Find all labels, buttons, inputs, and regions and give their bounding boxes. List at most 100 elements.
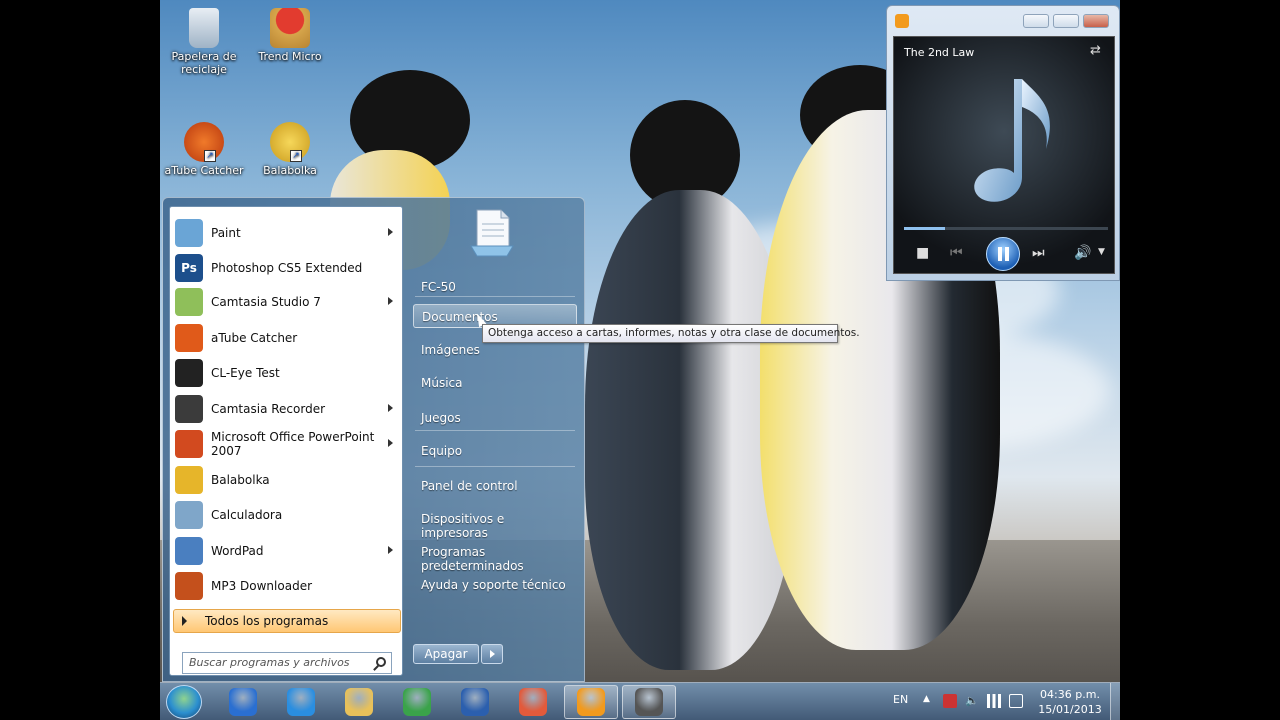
show-hidden-icons-icon[interactable]: ▲ <box>923 694 937 708</box>
shutdown-options-button[interactable] <box>481 644 503 664</box>
program-label: WordPad <box>211 544 264 558</box>
submenu-arrow-icon[interactable] <box>388 404 393 412</box>
shortcut-arrow-icon: ↗ <box>204 150 216 162</box>
network-icon[interactable] <box>987 694 1001 708</box>
desktop-icon-balabolka[interactable]: ↗ Balabolka <box>248 122 332 177</box>
next-button[interactable]: ⏭ <box>1032 245 1045 261</box>
switch-to-library-icon[interactable]: ⇄ <box>1090 43 1101 58</box>
program-label: Paint <box>211 226 241 240</box>
program-label: CL-Eye Test <box>211 366 280 380</box>
place-item[interactable]: Ayuda y soporte técnico <box>413 573 577 597</box>
places-separator <box>415 466 575 467</box>
recycle-bin-icon <box>189 8 219 48</box>
volume-icon[interactable]: 🔊 <box>1074 245 1091 261</box>
word-icon <box>461 688 489 716</box>
clock-date: 15/01/2013 <box>1038 703 1102 716</box>
close-button[interactable] <box>1083 14 1109 28</box>
submenu-arrow-icon[interactable] <box>388 546 393 554</box>
system-tray: EN ▲ 🔈 04:36 p.m. 15/01/2013 <box>885 683 1120 720</box>
taskbar-chrome-button[interactable] <box>390 685 444 719</box>
taskbar-explorer-button[interactable] <box>332 685 386 719</box>
desktop-icon-recycle-bin[interactable]: Papelera de reciclaje <box>162 8 246 76</box>
start-menu-places-pane: FC-50 Documentos Imágenes Música Juegos Equip… <box>407 198 584 683</box>
triangle-right-icon <box>182 616 187 626</box>
program-icon: Ps <box>175 254 203 282</box>
search-icon[interactable] <box>376 657 386 667</box>
start-menu: Paint Ps Photoshop CS5 Extended Camtasia St… <box>162 197 585 682</box>
seek-bar[interactable] <box>904 227 1108 230</box>
action-center-icon[interactable] <box>943 694 957 708</box>
places-separator <box>415 296 575 297</box>
seek-bar-fill <box>904 227 945 230</box>
documents-folder-icon <box>470 209 514 257</box>
speaker-icon[interactable]: 🔈 <box>965 694 979 708</box>
taskbar-pinwheel-button[interactable] <box>506 685 560 719</box>
submenu-arrow-icon[interactable] <box>388 228 393 236</box>
program-icon <box>175 288 203 316</box>
atube-catcher-icon: ↗ <box>184 122 224 162</box>
now-playing-title: The 2nd Law <box>904 46 975 59</box>
media-player-icon <box>577 688 605 716</box>
program-item[interactable]: WordPad <box>173 535 401 567</box>
program-item[interactable]: Camtasia Recorder <box>173 393 401 425</box>
taskbar-internet-explorer-button[interactable] <box>274 685 328 719</box>
camtasia-recorder-icon <box>635 688 663 716</box>
program-icon <box>175 324 203 352</box>
program-label: Calculadora <box>211 508 283 522</box>
previous-button[interactable]: ⏮ <box>950 245 963 261</box>
show-desktop-button[interactable] <box>1110 683 1120 720</box>
screen: Papelera de reciclaje Trend Micro ↗ aTub… <box>160 0 1120 720</box>
taskbar-word-button[interactable] <box>448 685 502 719</box>
restore-button[interactable] <box>1053 14 1079 28</box>
place-item[interactable]: Juegos <box>413 406 577 430</box>
place-item[interactable]: Dispositivos e impresoras <box>413 507 577 540</box>
taskbar-itunes-button[interactable] <box>216 685 270 719</box>
program-item[interactable]: aTube Catcher <box>173 322 401 354</box>
stop-button[interactable]: ■ <box>916 245 929 261</box>
search-input[interactable]: Buscar programas y archivos <box>182 652 392 674</box>
place-item[interactable]: Música <box>413 371 577 395</box>
program-item[interactable]: Camtasia Studio 7 <box>173 286 401 318</box>
taskbar-camtasia-recorder-button[interactable] <box>622 685 676 719</box>
program-item[interactable]: MP3 Downloader <box>173 570 401 602</box>
search-placeholder: Buscar programas y archivos <box>189 656 350 669</box>
program-label: Balabolka <box>211 473 270 487</box>
start-button[interactable] <box>166 685 202 719</box>
place-item[interactable]: Programas predeterminados <box>413 540 577 573</box>
volume-dropdown-icon[interactable]: ▼ <box>1098 247 1105 257</box>
program-item[interactable]: Paint <box>173 217 401 249</box>
program-label: Camtasia Recorder <box>211 402 326 416</box>
submenu-arrow-icon[interactable] <box>388 439 393 447</box>
program-item[interactable]: CL-Eye Test <box>173 357 401 389</box>
start-menu-programs-pane: Paint Ps Photoshop CS5 Extended Camtasia St… <box>169 206 403 676</box>
program-item[interactable]: Balabolka <box>173 464 401 496</box>
program-label: Camtasia Studio 7 <box>211 295 321 309</box>
clock[interactable]: 04:36 p.m. 15/01/2013 <box>1035 687 1105 717</box>
pinwheel-icon <box>519 688 547 716</box>
clock-time: 04:36 p.m. <box>1040 688 1100 701</box>
minimize-button[interactable] <box>1023 14 1049 28</box>
program-label: MP3 Downloader <box>211 579 313 593</box>
pause-button[interactable] <box>986 237 1020 271</box>
program-icon <box>175 572 203 600</box>
media-player-app-icon <box>895 14 909 28</box>
program-item[interactable]: Ps Photoshop CS5 Extended <box>173 252 401 284</box>
language-indicator[interactable]: EN <box>893 693 908 706</box>
program-icon <box>175 430 203 458</box>
program-item[interactable]: Calculadora <box>173 499 401 531</box>
internet-explorer-icon <box>287 688 315 716</box>
program-icon <box>175 219 203 247</box>
program-icon <box>175 359 203 387</box>
taskbar-media-player-button[interactable] <box>564 685 618 719</box>
desktop-icon-trend-micro[interactable]: Trend Micro <box>248 8 332 63</box>
shutdown-button[interactable]: Apagar <box>413 644 479 664</box>
power-icon[interactable] <box>1009 694 1023 708</box>
place-item[interactable]: Panel de control <box>413 474 577 498</box>
all-programs-label: Todos los programas <box>205 614 329 628</box>
all-programs-button[interactable]: Todos los programas <box>173 609 401 633</box>
submenu-arrow-icon[interactable] <box>388 297 393 305</box>
desktop-icon-atube-catcher[interactable]: ↗ aTube Catcher <box>162 122 246 177</box>
program-item[interactable]: Microsoft Office PowerPoint 2007 <box>173 428 401 460</box>
place-item[interactable]: Equipo <box>413 439 577 463</box>
taskbar: EN ▲ 🔈 04:36 p.m. 15/01/2013 <box>160 682 1120 720</box>
